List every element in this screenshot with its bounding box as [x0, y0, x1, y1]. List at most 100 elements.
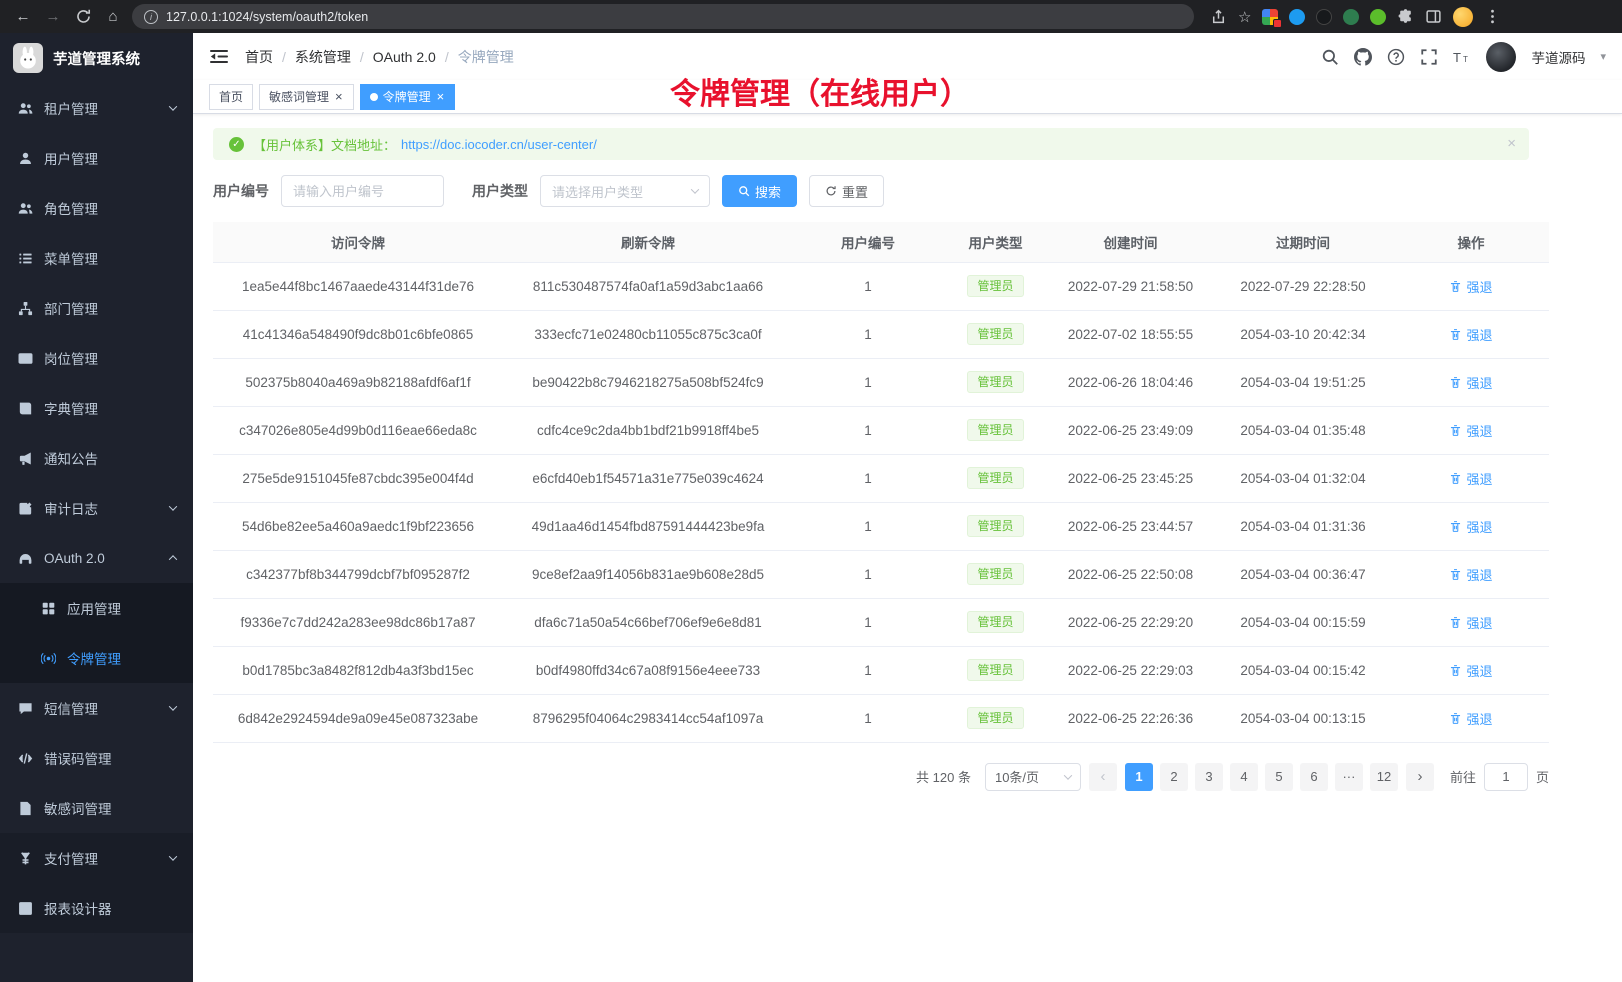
broadcast-icon	[40, 650, 56, 666]
hamburger-fold-icon[interactable]	[209, 48, 229, 65]
tab-token[interactable]: 令牌管理×	[360, 84, 456, 110]
sidebar-item-sms[interactable]: 短信管理	[0, 683, 193, 733]
puzzle-extensions-icon[interactable]	[1397, 8, 1414, 25]
page-button-12[interactable]: 12	[1370, 763, 1398, 791]
page-button-6[interactable]: 6	[1300, 763, 1328, 791]
font-size-icon[interactable]: TT	[1453, 48, 1471, 66]
browser-home-icon[interactable]: ⌂	[100, 4, 126, 30]
sidebar-item-sensitive-word[interactable]: 敏感词管理	[0, 783, 193, 833]
main-area: 令牌管理（在线用户） 首页/系统管理/OAuth 2.0/令牌管理 TT 芋道源…	[193, 33, 1622, 982]
action-cell: 强退	[1393, 598, 1549, 646]
browser-profile-avatar[interactable]	[1453, 7, 1473, 27]
page-button-2[interactable]: 2	[1160, 763, 1188, 791]
force-logout-button[interactable]: 强退	[1449, 709, 1492, 728]
browser-nav-buttons: ← → ⌂	[10, 4, 126, 30]
tab-sensitive-word[interactable]: 敏感词管理×	[259, 84, 354, 110]
sidebar-item-dict[interactable]: 字典管理	[0, 383, 193, 433]
force-logout-button[interactable]: 强退	[1449, 661, 1492, 680]
extension-icon[interactable]	[1289, 9, 1305, 25]
goto-page-input[interactable]	[1484, 763, 1528, 791]
tab-close-icon[interactable]: ×	[334, 90, 344, 103]
sidebar-item-error-code[interactable]: 错误码管理	[0, 733, 193, 783]
tab-close-icon[interactable]: ×	[436, 90, 446, 103]
page-size-select[interactable]: 10条/页	[985, 763, 1081, 791]
sidebar-item-oauth2-app[interactable]: 应用管理	[0, 583, 193, 633]
user-type-select[interactable]: 请选择用户类型	[540, 175, 710, 207]
browser-reload-icon[interactable]	[70, 4, 96, 30]
user-type-cell: 管理员	[943, 598, 1048, 646]
github-icon[interactable]	[1354, 48, 1372, 66]
breadcrumb-item[interactable]: OAuth 2.0	[373, 49, 436, 65]
share-icon[interactable]	[1210, 8, 1227, 25]
sidebar-item-tenant[interactable]: 租户管理	[0, 83, 193, 133]
create-time-cell: 2022-06-25 22:29:03	[1048, 646, 1213, 694]
sidebar-item-audit-log[interactable]: 审计日志	[0, 483, 193, 533]
force-logout-button[interactable]: 强退	[1449, 613, 1492, 632]
help-question-icon[interactable]	[1387, 48, 1405, 66]
side-panel-icon[interactable]	[1425, 8, 1442, 25]
sidebar-item-pay[interactable]: 支付管理	[0, 833, 193, 883]
force-logout-button[interactable]: 强退	[1449, 469, 1492, 488]
extension-icon[interactable]	[1262, 9, 1278, 25]
breadcrumb-item[interactable]: 首页	[245, 47, 273, 67]
page-button-1[interactable]: 1	[1125, 763, 1153, 791]
doc-link[interactable]: https://doc.iocoder.cn/user-center/	[401, 137, 597, 152]
bookmark-star-icon[interactable]: ☆	[1238, 8, 1251, 26]
browser-menu-icon[interactable]	[1484, 8, 1501, 25]
user-type-badge: 管理员	[967, 515, 1023, 537]
browser-address-bar[interactable]: i 127.0.0.1:1024/system/oauth2/token	[132, 4, 1194, 29]
reset-button[interactable]: 重置	[809, 175, 884, 207]
browser-back-icon[interactable]: ←	[10, 4, 36, 30]
page-button-5[interactable]: 5	[1265, 763, 1293, 791]
breadcrumb-separator: /	[360, 49, 364, 65]
sidebar-item-dept[interactable]: 部门管理	[0, 283, 193, 333]
breadcrumb-item[interactable]: 系统管理	[295, 47, 351, 67]
fullscreen-icon[interactable]	[1420, 48, 1438, 66]
sidebar-item-user[interactable]: 用户管理	[0, 133, 193, 183]
sidebar-item-role[interactable]: 角色管理	[0, 183, 193, 233]
extension-icon[interactable]	[1370, 9, 1386, 25]
search-button[interactable]: 搜索	[722, 175, 797, 207]
sidebar-item-report-designer[interactable]: 报表设计器	[0, 883, 193, 933]
create-time-cell: 2022-06-25 22:26:36	[1048, 694, 1213, 742]
site-info-icon[interactable]: i	[144, 10, 158, 24]
megaphone-icon	[17, 450, 33, 466]
user-type-badge: 管理员	[967, 419, 1023, 441]
user-type-badge: 管理员	[967, 323, 1023, 345]
alert-close-icon[interactable]: ×	[1507, 136, 1516, 151]
headset-icon	[17, 550, 33, 566]
caret-down-icon[interactable]: ▾	[1600, 50, 1606, 63]
sidebar-item-menu[interactable]: 菜单管理	[0, 233, 193, 283]
user-avatar[interactable]	[1486, 42, 1516, 72]
app-logo[interactable]: 芋道管理系统	[0, 33, 193, 83]
prev-page-button[interactable]: ‹	[1089, 763, 1117, 791]
browser-forward-icon[interactable]: →	[40, 4, 66, 30]
extension-icon[interactable]	[1343, 9, 1359, 25]
sidebar-item-post[interactable]: 岗位管理	[0, 333, 193, 383]
force-logout-button[interactable]: 强退	[1449, 421, 1492, 440]
extension-icon[interactable]	[1316, 9, 1332, 25]
user-icon	[17, 150, 33, 166]
force-logout-button[interactable]: 强退	[1449, 325, 1492, 344]
force-logout-button[interactable]: 强退	[1449, 373, 1492, 392]
sidebar-item-notice[interactable]: 通知公告	[0, 433, 193, 483]
pagination-ellipsis[interactable]: ···	[1335, 763, 1363, 791]
user-id-cell: 1	[793, 550, 943, 598]
user-name[interactable]: 芋道源码	[1531, 47, 1585, 67]
user-id-input[interactable]	[281, 175, 444, 207]
sidebar-item-oauth2-token[interactable]: 令牌管理	[0, 633, 193, 683]
force-logout-button[interactable]: 强退	[1449, 277, 1492, 296]
user-type-cell: 管理员	[943, 694, 1048, 742]
goto-label: 前往	[1450, 767, 1476, 786]
force-logout-button[interactable]: 强退	[1449, 565, 1492, 584]
force-logout-button[interactable]: 强退	[1449, 517, 1492, 536]
page-button-3[interactable]: 3	[1195, 763, 1223, 791]
access-token-cell: 6d842e2924594de9a09e45e087323abe	[213, 694, 503, 742]
page-button-4[interactable]: 4	[1230, 763, 1258, 791]
tab-home[interactable]: 首页	[209, 84, 253, 110]
search-icon[interactable]	[1321, 48, 1339, 66]
sidebar-item-label: 租户管理	[44, 98, 98, 118]
trash-icon	[1449, 280, 1462, 293]
next-page-button[interactable]: ›	[1406, 763, 1434, 791]
sidebar-item-oauth2[interactable]: OAuth 2.0	[0, 533, 193, 583]
